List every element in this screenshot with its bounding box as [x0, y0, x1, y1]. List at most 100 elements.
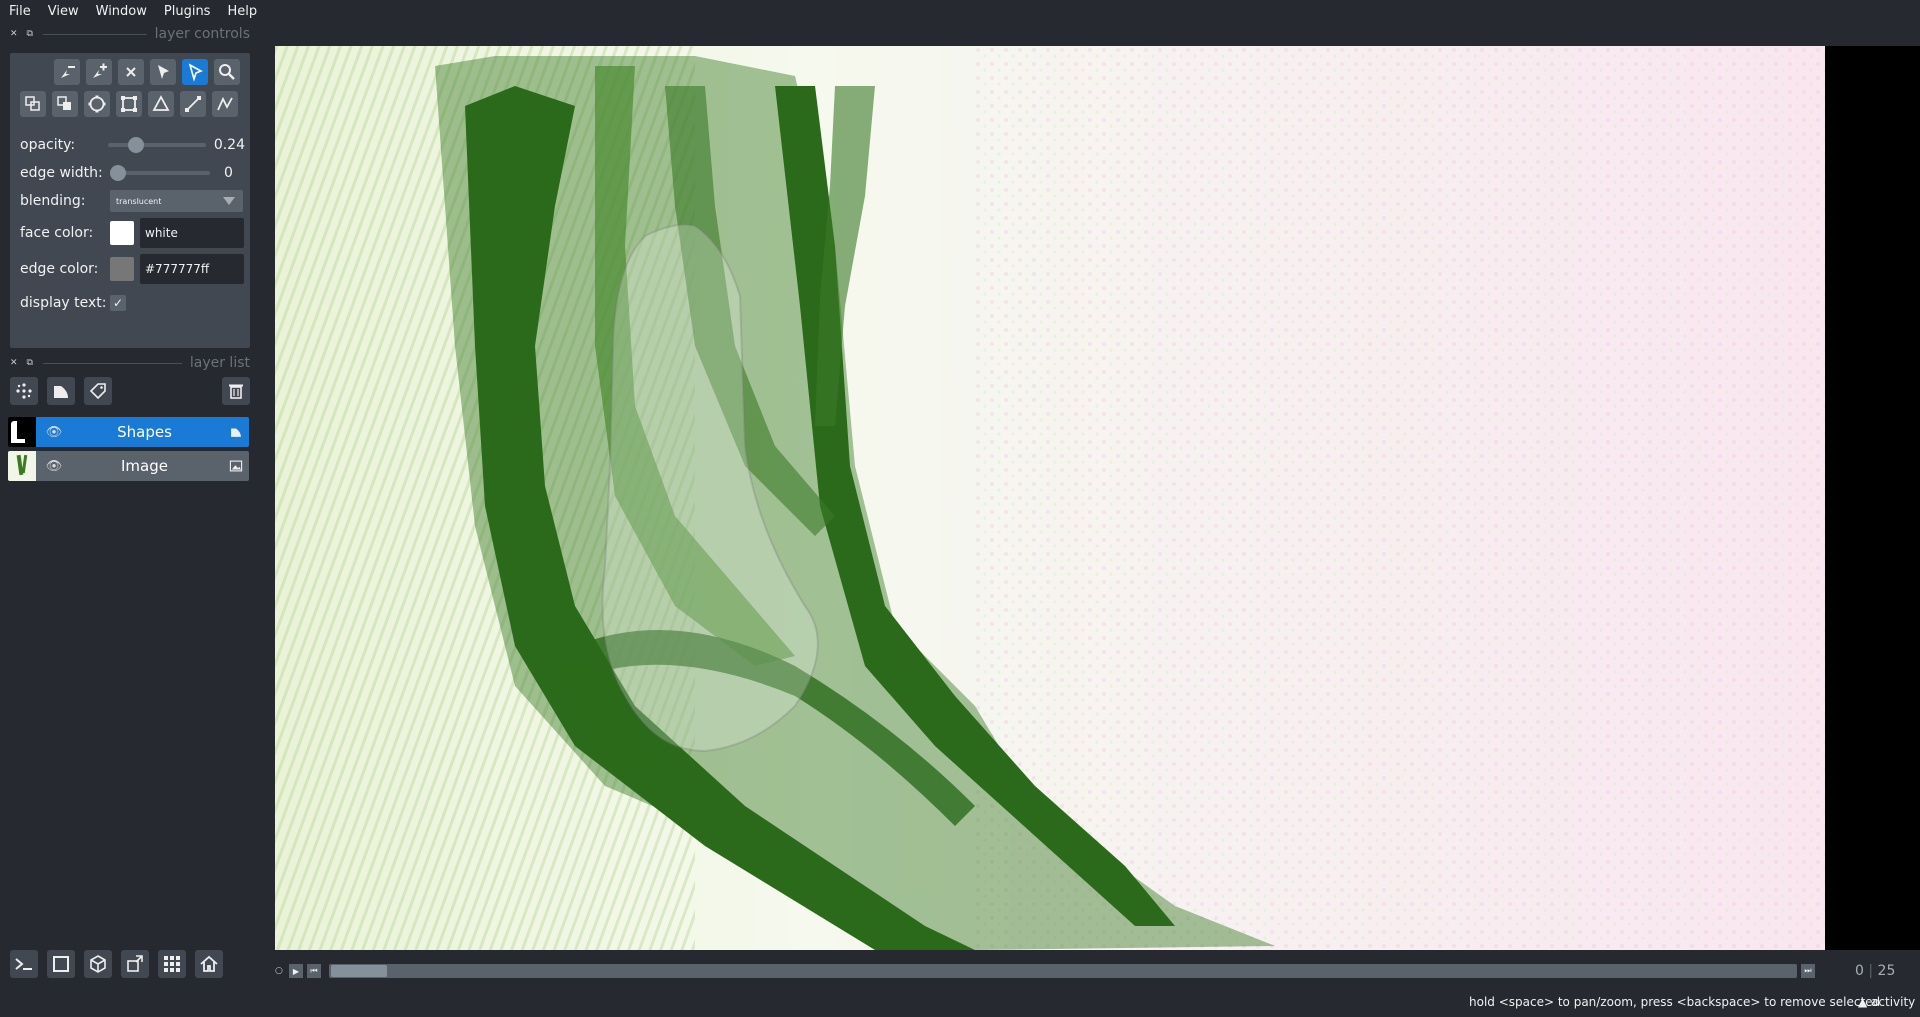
remove-vertex-icon [61, 66, 75, 78]
roll-dims-button[interactable] [84, 950, 112, 978]
viewer-buttons [10, 950, 223, 978]
layer-row-shapes[interactable]: 👁 Shapes [8, 417, 249, 447]
dims-slider-handle[interactable] [331, 965, 387, 977]
add-vertex-button[interactable] [86, 59, 112, 85]
grid-view-button[interactable] [158, 950, 186, 978]
frame-counter: 0 | 25 [1855, 963, 1896, 979]
arrow-icon [158, 65, 169, 79]
image-icon [223, 459, 249, 473]
add-line-button[interactable] [180, 91, 206, 117]
magnifier-icon [219, 64, 235, 80]
layer-controls-panel: opacity: 0.24 edge width: 0 blending: tr… [10, 53, 250, 348]
add-path-button[interactable] [212, 91, 238, 117]
total-frames: 25 [1877, 963, 1896, 979]
menu-plugins[interactable]: Plugins [164, 4, 211, 19]
menu-file[interactable]: File [9, 4, 31, 19]
layer-controls-titlebar: ✕ ⧉ layer controls [10, 26, 250, 42]
dims-slider-row: ○ ▶ ⏮ ⏭ [275, 960, 1845, 982]
layer-name: Image [121, 457, 168, 475]
delete-vertex-button[interactable] [54, 59, 80, 85]
step-forward-button[interactable]: ⏭ [1801, 964, 1815, 978]
delete-shape-button[interactable] [118, 59, 144, 85]
home-button[interactable] [195, 950, 223, 978]
edge-width-label: edge width: [20, 165, 103, 181]
delete-layer-button[interactable] [222, 377, 250, 405]
display-text-checkbox[interactable]: ✓ [110, 295, 126, 311]
select-shape-button[interactable] [150, 59, 176, 85]
eye-icon[interactable]: 👁 [42, 425, 66, 440]
terminal-icon [15, 958, 32, 970]
layer-thumbnail [8, 451, 36, 481]
layer-list-titlebar: ✕ ⧉ layer list [10, 355, 250, 371]
shapes-icon [54, 386, 68, 398]
blending-value: translucent [116, 196, 162, 206]
dock-float-icon[interactable]: ⧉ [27, 29, 33, 39]
shapes-icon [223, 425, 249, 439]
mri-image [275, 46, 1825, 950]
move-front-button[interactable] [20, 91, 46, 117]
console-button[interactable] [10, 950, 38, 978]
display-text-label: display text: [20, 295, 107, 311]
edge-color-swatch[interactable] [110, 257, 134, 281]
layer-row-image[interactable]: 👁 Image [8, 451, 249, 481]
close-icon [126, 67, 136, 77]
step-back-button[interactable]: ⏮ [307, 964, 321, 978]
current-frame[interactable]: 0 [1855, 963, 1864, 979]
layer-controls-title: layer controls [154, 26, 250, 42]
line-icon [185, 96, 201, 112]
new-labels-layer-button[interactable] [84, 377, 112, 405]
cube-icon [90, 955, 106, 973]
dock-float-icon[interactable]: ⧉ [27, 358, 33, 368]
blending-label: blending: [20, 193, 86, 209]
left-dock: ✕ ⧉ layer controls opacity: 0.24 edge wi… [0, 23, 260, 1017]
menu-view[interactable]: View [48, 4, 79, 19]
eye-icon[interactable]: 👁 [42, 459, 66, 474]
new-shapes-layer-button[interactable] [47, 377, 75, 405]
face-color-label: face color: [20, 225, 94, 241]
edge-color-input[interactable]: #777777ff [140, 254, 244, 284]
menu-help[interactable]: Help [227, 4, 257, 19]
points-icon [16, 383, 32, 399]
triangle-icon [152, 95, 170, 111]
blending-select[interactable]: translucent [110, 190, 243, 212]
add-ellipse-button[interactable] [84, 91, 110, 117]
new-points-layer-button[interactable] [10, 377, 38, 405]
edge-width-slider[interactable] [110, 165, 210, 181]
add-polygon-button[interactable] [148, 91, 174, 117]
grid-icon [164, 956, 180, 972]
activity-label: activity [1871, 995, 1916, 1009]
canvas-background [1825, 46, 1920, 950]
transpose-button[interactable] [121, 950, 149, 978]
opacity-slider-handle[interactable] [128, 137, 145, 153]
add-rectangle-button[interactable] [116, 91, 142, 117]
chevron-down-icon [223, 197, 235, 205]
status-bar: hold <space> to pan/zoom, press <backspa… [0, 990, 1920, 1017]
path-icon [217, 96, 233, 111]
menu-bar: File View Window Plugins Help [0, 0, 1920, 23]
layer-list-toolbar [10, 377, 250, 407]
tag-icon [89, 383, 106, 400]
toggle-ndisplay-button[interactable] [47, 950, 75, 978]
move-back-button[interactable] [52, 91, 78, 117]
viewer-canvas[interactable] [275, 46, 1825, 950]
dock-close-icon[interactable]: ✕ [10, 29, 18, 39]
dock-close-icon[interactable]: ✕ [10, 358, 18, 368]
layer-list-title: layer list [189, 355, 250, 371]
face-color-input[interactable]: white [140, 218, 244, 248]
activity-button[interactable]: ▲ activity [1858, 995, 1915, 1009]
play-button[interactable]: ▶ [289, 964, 303, 978]
opacity-value: 0.24 [213, 137, 245, 153]
opacity-slider[interactable] [108, 137, 206, 153]
transpose-icon [127, 955, 143, 972]
direct-select-button[interactable] [182, 59, 208, 85]
square-icon [53, 956, 69, 972]
loop-icon[interactable]: ○ [275, 966, 289, 976]
face-color-swatch[interactable] [110, 221, 134, 245]
zoom-button[interactable] [214, 59, 240, 85]
dims-slider[interactable] [329, 964, 1797, 978]
move-front-icon [25, 96, 40, 111]
edge-width-slider-handle[interactable] [110, 165, 126, 181]
checkmark-icon: ✓ [112, 296, 124, 310]
layer-name: Shapes [117, 423, 172, 441]
menu-window[interactable]: Window [96, 4, 147, 19]
